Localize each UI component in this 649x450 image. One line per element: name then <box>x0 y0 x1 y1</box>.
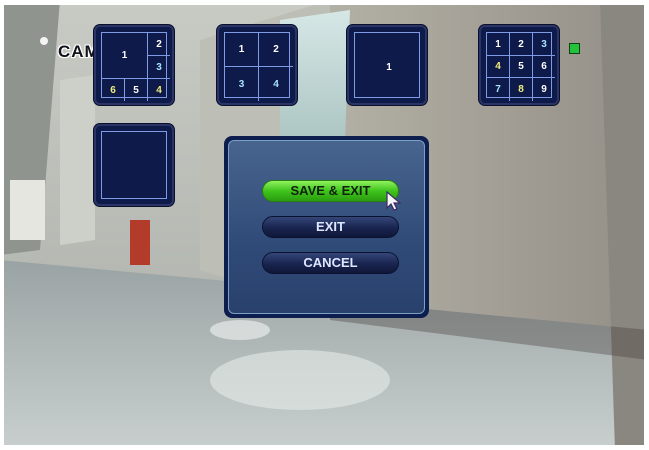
status-indicator <box>569 43 580 54</box>
layout-cell: 4 <box>487 56 510 78</box>
camera-indicator-dot <box>40 37 48 45</box>
layout-cell: 2 <box>510 33 533 56</box>
layout-cell: 1 <box>102 33 148 79</box>
layout-cell: 9 <box>541 84 547 95</box>
layout-4-split-button[interactable]: 1 2 3 4 <box>217 25 297 105</box>
layout-cell: 7 <box>487 78 510 101</box>
layout-9-split-grid: 1 2 3 4 5 6 7 8 9 <box>486 32 555 101</box>
layout-cell: 2 <box>148 33 170 56</box>
layout-cell: 1 <box>225 33 259 67</box>
layout-cell: 6 <box>533 56 555 78</box>
layout-cell: 4 <box>156 84 162 96</box>
dvr-screen: CAM 1 2 3 6 5 4 1 2 3 4 1 1 2 3 4 5 6 7 … <box>0 0 649 450</box>
layout-cell: 4 <box>273 78 279 90</box>
save-and-exit-button[interactable]: SAVE & EXIT <box>262 180 399 202</box>
layout-cell: 3 <box>225 67 259 101</box>
layout-single-button[interactable]: 1 <box>347 25 427 105</box>
layout-6-split-grid: 1 2 3 6 5 4 <box>101 32 170 101</box>
layout-empty-grid <box>101 131 167 199</box>
layout-cell: 3 <box>533 33 555 56</box>
layout-cell: 1 <box>487 33 510 56</box>
layout-cell: 6 <box>102 79 125 101</box>
exit-dialog: SAVE & EXIT EXIT CANCEL <box>224 136 429 318</box>
layout-9-split-button[interactable]: 1 2 3 4 5 6 7 8 9 <box>479 25 559 105</box>
layout-single-grid: 1 <box>354 32 420 98</box>
layout-cell: 2 <box>259 33 293 67</box>
layout-4-split-grid: 1 2 3 4 <box>224 32 293 101</box>
layout-cell: 8 <box>510 78 533 101</box>
exit-button[interactable]: EXIT <box>262 216 399 238</box>
layout-cell: 5 <box>125 79 148 101</box>
exit-dialog-panel: SAVE & EXIT EXIT CANCEL <box>228 140 425 314</box>
cancel-button[interactable]: CANCEL <box>262 252 399 274</box>
mouse-pointer-icon <box>386 191 402 211</box>
layout-cell: 5 <box>510 56 533 78</box>
layout-empty-button[interactable] <box>94 124 174 206</box>
layout-6-split-button[interactable]: 1 2 3 6 5 4 <box>94 25 174 105</box>
layout-cell: 1 <box>386 61 392 73</box>
layout-cell: 3 <box>148 56 170 79</box>
